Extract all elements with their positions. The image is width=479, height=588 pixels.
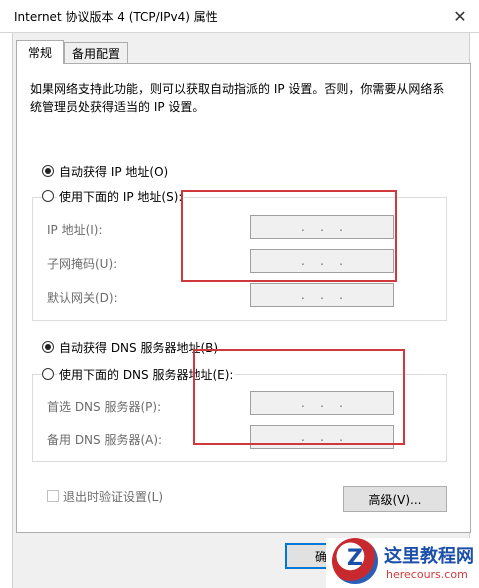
manual-ip-radio[interactable] — [42, 190, 54, 202]
alternate-dns-label: 备用 DNS 服务器(A): — [47, 433, 163, 447]
advanced-button[interactable]: 高级(V)... — [343, 486, 447, 512]
manual-ip-label: 使用下面的 IP 地址(S): — [57, 188, 185, 205]
preferred-dns-label: 首选 DNS 服务器(P): — [47, 400, 162, 414]
tab-alternate-config[interactable]: 备用配置 — [64, 42, 128, 64]
watermark-en-text: herecours.com — [386, 568, 468, 581]
highlight-box-dns — [193, 349, 405, 445]
validate-label: 退出时验证设置(L) — [63, 490, 164, 504]
manual-dns-radio[interactable] — [42, 368, 54, 380]
description-text: 如果网络支持此功能，则可以获取自动指派的 IP 设置。否则，你需要从网络系统管理… — [30, 82, 445, 114]
default-gateway-input[interactable]: . . . — [250, 283, 394, 307]
auto-ip-label: 自动获得 IP 地址(O) — [59, 165, 169, 179]
subnet-mask-label: 子网掩码(U): — [47, 257, 118, 271]
auto-ip-radio[interactable] — [42, 165, 54, 177]
default-gateway-label: 默认网关(D): — [47, 291, 118, 305]
title-bar: Internet 协议版本 4 (TCP/IPv4) 属性 ✕ — [0, 0, 479, 33]
watermark-logo-letter: Z — [347, 546, 363, 571]
validate-checkbox[interactable] — [47, 490, 59, 502]
watermark-cn-text: 这里教程网 — [384, 546, 474, 567]
tab-general[interactable]: 常规 — [16, 40, 64, 64]
background-window-left — [0, 32, 13, 588]
highlight-box-ip — [181, 190, 397, 282]
window-title: Internet 协议版本 4 (TCP/IPv4) 属性 — [14, 10, 218, 24]
tab-alternate-config-label: 备用配置 — [71, 47, 120, 61]
default-gateway-value: . . . — [301, 288, 343, 302]
watermark: Z 这里教程网 herecours.com — [326, 538, 479, 588]
auto-dns-radio[interactable] — [42, 341, 54, 353]
close-button[interactable]: ✕ — [447, 4, 473, 28]
close-icon: ✕ — [453, 6, 467, 26]
ip-address-label: IP 地址(I): — [47, 223, 103, 237]
advanced-button-label: 高级(V)... — [368, 492, 422, 507]
tab-general-label: 常规 — [27, 46, 52, 60]
